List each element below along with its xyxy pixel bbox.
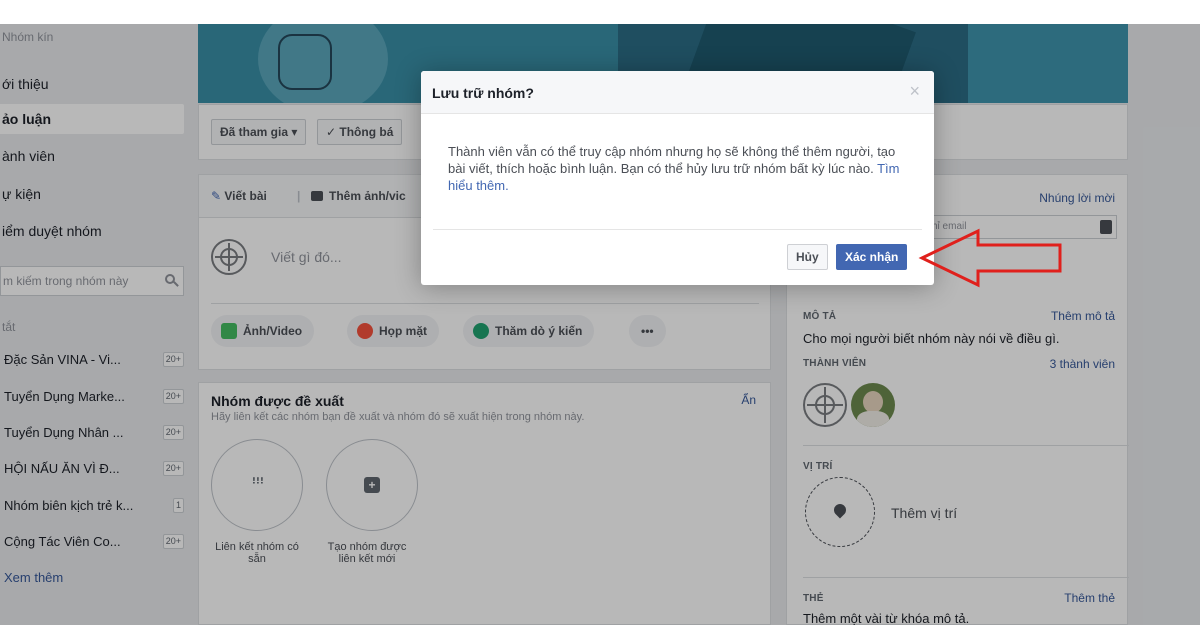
dialog-header: Lưu trữ nhóm? × — [421, 71, 934, 114]
dialog-divider — [433, 229, 922, 230]
close-icon[interactable]: × — [909, 81, 920, 102]
dialog-message: Thành viên vẫn có thể truy cập nhóm nhưn… — [448, 144, 896, 176]
confirm-button[interactable]: Xác nhận — [836, 244, 908, 270]
dialog-title: Lưu trữ nhóm? — [432, 85, 534, 101]
archive-group-dialog: Lưu trữ nhóm? × Thành viên vẫn có thể tr… — [421, 71, 934, 285]
dialog-body: Thành viên vẫn có thể truy cập nhóm nhưn… — [448, 143, 908, 194]
cancel-button[interactable]: Hủy — [787, 244, 828, 270]
